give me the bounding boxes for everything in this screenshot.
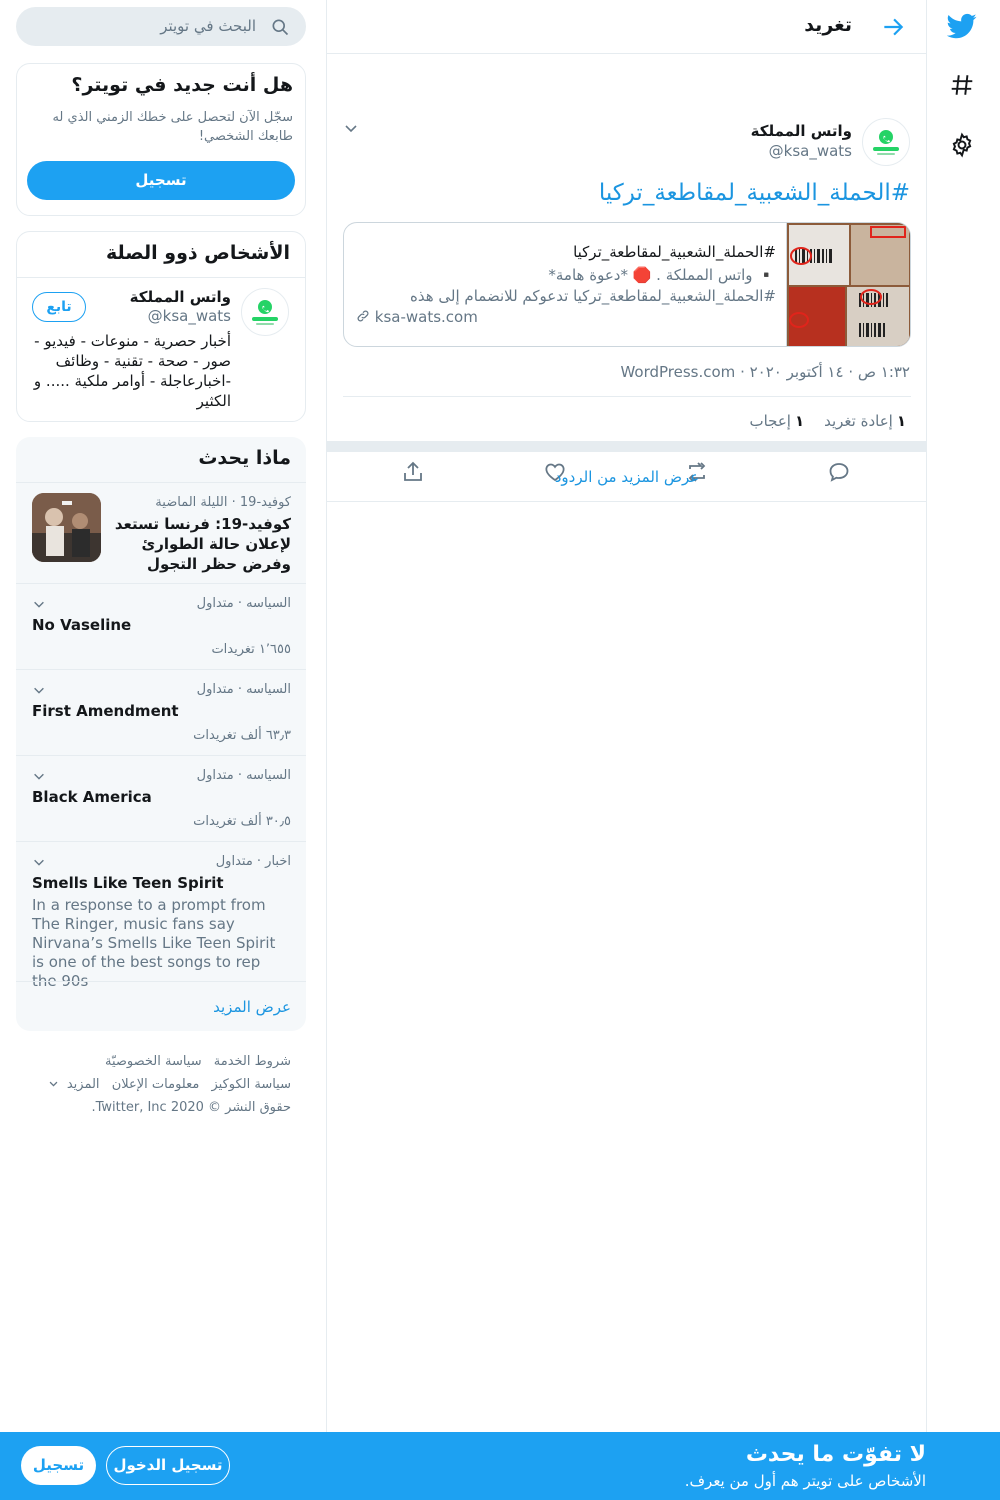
signup-banner: لا تفوّت ما يحدث الأشخاص على تويتر هم أو… xyxy=(0,1432,1000,1500)
footer-ads-link[interactable]: معلومات الإعلان xyxy=(112,1077,200,1092)
new-to-twitter-box: هل أنت جديد في تويتر؟ سجّل الآن لتحصل عل… xyxy=(16,63,306,216)
footer-more-link[interactable]: المزيد xyxy=(48,1077,100,1092)
footer-copyright: حقوق النشر © 2020 Twitter, Inc. xyxy=(91,1100,291,1115)
page: تغريد واتس المملكة @ksa_wats #الحملة_الش… xyxy=(0,0,1000,1500)
news-title: كوفيد-19: فرنسا تستعد لإعلان حالة الطوار… xyxy=(114,515,291,573)
tweet-text[interactable]: #الحملة_الشعبية_لمقاطعة_تركيا xyxy=(599,180,910,206)
divider xyxy=(343,396,911,397)
trend-meta: اخبار · متداول xyxy=(215,854,291,869)
likes-count: ١ xyxy=(794,412,805,430)
section-separator xyxy=(327,441,927,452)
likes-stat[interactable]: ١إعجاب xyxy=(749,412,804,430)
divider xyxy=(16,482,306,483)
chevron-down-icon[interactable] xyxy=(32,854,46,868)
news-thumbnail xyxy=(32,493,101,562)
author-handle[interactable]: @ksa_wats xyxy=(769,142,852,160)
divider xyxy=(16,583,306,584)
chevron-down-icon[interactable] xyxy=(32,682,46,696)
back-arrow-icon[interactable] xyxy=(880,14,906,40)
retweets-label: إعادة تغريد xyxy=(824,412,893,430)
login-button[interactable]: تسجيل الدخول xyxy=(106,1446,230,1485)
search-input[interactable]: البحث في تويتر xyxy=(16,7,306,46)
person-name[interactable]: واتس المملكة xyxy=(130,288,231,306)
divider xyxy=(16,981,306,982)
trends-title: ماذا يحدث xyxy=(198,447,291,469)
footer-cookies-link[interactable]: سياسة الكوكيز xyxy=(211,1077,291,1092)
follow-button[interactable]: تابع xyxy=(32,292,86,322)
link-icon xyxy=(356,308,375,326)
new-to-twitter-text: سجّل الآن لتحصل على خطك الزمني الذي له ط… xyxy=(52,110,293,144)
card-description-line: ▪️ واتس المملكة . 🛑 *دعوة هامة* xyxy=(548,266,776,284)
explore-hashtag-icon[interactable] xyxy=(947,70,977,100)
likes-label: إعجاب xyxy=(749,412,791,430)
new-to-twitter-title: هل أنت جديد في تويتر؟ xyxy=(71,74,293,96)
trends-box: ماذا يحدث كوفيد-19 · الليلة الماضية كوفي… xyxy=(16,437,306,1031)
retweets-stat[interactable]: ١إعادة تغريد xyxy=(824,412,906,430)
trend-count: ٣٠٫٥ ألف تغريدات xyxy=(193,814,291,829)
relevant-people-title: الأشخاص ذوو الصلة xyxy=(106,242,290,264)
show-more-trends-link[interactable]: عرض المزيد xyxy=(213,998,291,1016)
search-placeholder: البحث في تويتر xyxy=(160,17,256,35)
footer-more-label: المزيد xyxy=(66,1077,100,1092)
main-column: تغريد واتس المملكة @ksa_wats #الحملة_الش… xyxy=(326,0,927,1432)
avatar[interactable] xyxy=(241,288,289,336)
tweet-stats: ١إعادة تغريد ١إعجاب xyxy=(749,412,906,430)
news-meta: كوفيد-19 · الليلة الماضية xyxy=(155,495,291,510)
card-title: #الحملة_الشعبية_لمقاطعة_تركيا xyxy=(573,243,776,261)
avatar[interactable] xyxy=(862,118,910,166)
card-description-line: #الحملة_الشعبية_لمقاطعة_تركيا تدعوكم للا… xyxy=(410,287,776,305)
trend-meta: السياسه · متداول xyxy=(196,768,291,783)
trend-count: ١٬٦٥٥ تغريدات xyxy=(211,642,291,657)
relevant-people-box: الأشخاص ذوو الصلة واتس المملكة @ksa_wats… xyxy=(16,231,306,422)
nav-rail xyxy=(926,0,1000,1432)
person-bio: أخبار حصرية - منوعات - فيديو - صور - صحة… xyxy=(33,332,231,410)
person-handle[interactable]: @ksa_wats xyxy=(148,307,231,325)
card-thumbnail xyxy=(786,223,910,346)
banner-subtitle: الأشخاص على تويتر هم أول من يعرف. xyxy=(684,1472,926,1490)
chevron-down-icon[interactable] xyxy=(343,120,359,136)
retweets-count: ١ xyxy=(896,412,906,430)
page-title: تغريد xyxy=(804,14,852,36)
divider xyxy=(16,755,306,756)
footer-terms-link[interactable]: شروط الخدمة xyxy=(214,1054,291,1069)
trend-meta: السياسه · متداول xyxy=(196,682,291,697)
tweet-meta[interactable]: ١:٣٢ ص · ١٤ أكتوبر ٢٠٢٠ · WordPress.com xyxy=(620,363,910,381)
search-icon xyxy=(270,17,290,37)
chevron-down-icon xyxy=(49,1081,58,1087)
card-link-text: ksa-wats.com xyxy=(374,308,478,326)
footer: شروط الخدمة سياسة الخصوصيّة سياسة الكوكي… xyxy=(31,1050,291,1119)
card-link[interactable]: ksa-wats.com xyxy=(356,308,478,326)
footer-row: شروط الخدمة سياسة الخصوصيّة xyxy=(31,1050,291,1073)
banner-title: لا تفوّت ما يحدث xyxy=(745,1442,926,1467)
link-card[interactable]: #الحملة_الشعبية_لمقاطعة_تركيا ▪️ واتس ال… xyxy=(343,222,911,347)
banner-signup-button[interactable]: تسجيل xyxy=(21,1446,96,1485)
divider xyxy=(17,277,305,278)
twitter-logo-icon[interactable] xyxy=(947,11,977,41)
show-more-replies-link[interactable]: عرض المزيد من الردود xyxy=(327,452,927,502)
footer-row: سياسة الكوكيز معلومات الإعلان المزيد xyxy=(31,1073,291,1096)
divider xyxy=(16,841,306,842)
divider xyxy=(16,669,306,670)
trend-title: No Vaseline xyxy=(32,616,132,634)
footer-privacy-link[interactable]: سياسة الخصوصيّة xyxy=(105,1054,202,1069)
chevron-down-icon[interactable] xyxy=(32,768,46,782)
card-description: ▪️ واتس المملكة . 🛑 *دعوة هامة* #الحملة_… xyxy=(366,265,776,307)
trend-meta: السياسه · متداول xyxy=(196,596,291,611)
trend-title: Black America xyxy=(32,788,152,806)
trend-title: Smells Like Teen Spirit xyxy=(32,874,224,892)
author-name[interactable]: واتس المملكة xyxy=(751,122,852,140)
main-header: تغريد xyxy=(327,0,926,54)
signup-button[interactable]: تسجيل xyxy=(27,161,295,200)
settings-gear-icon[interactable] xyxy=(947,130,977,160)
trend-description: In a response to a prompt from The Ringe… xyxy=(32,896,276,990)
trend-count: ٦٣٫٣ ألف تغريدات xyxy=(193,728,291,743)
trend-title: First Amendment xyxy=(32,702,179,720)
chevron-down-icon[interactable] xyxy=(32,596,46,610)
